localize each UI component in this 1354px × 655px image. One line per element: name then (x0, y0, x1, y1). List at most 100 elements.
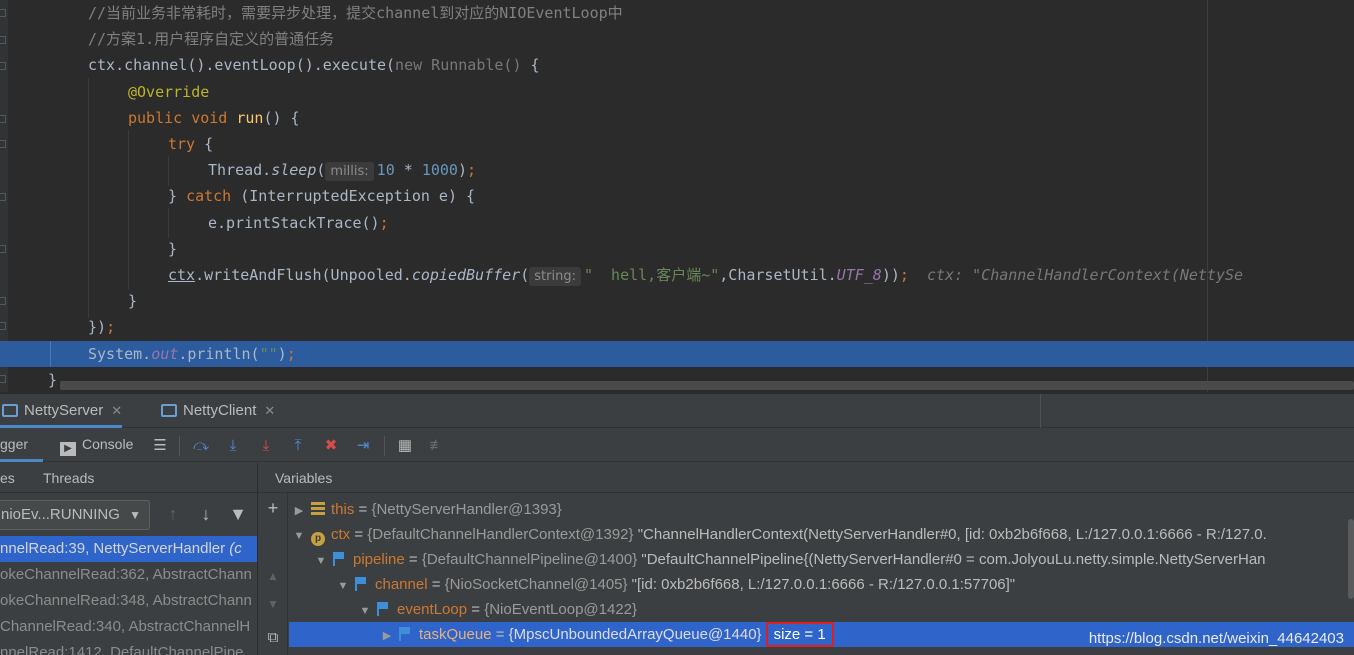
arrow-down-icon[interactable]: ↓ (196, 504, 216, 524)
copy-icon[interactable]: ⧉ (263, 628, 283, 648)
stack-frame-row[interactable]: okeChannelRead:348, AbstractChann (0, 588, 257, 614)
code-line[interactable]: try { (0, 131, 1354, 157)
editor-horizontal-scrollbar[interactable] (60, 381, 1354, 390)
code-token: { (521, 56, 540, 75)
code-token: }) (88, 318, 107, 337)
variable-row[interactable]: ▼ p ctx = {DefaultChannelHandlerContext@13… (289, 522, 1354, 547)
stack-frame-row[interactable]: ChannelRead:340, AbstractChannelH (0, 614, 257, 640)
stack-frame-package: (c (225, 540, 242, 557)
thread-selector[interactable]: nioEv...RUNNING ▼ (0, 500, 150, 530)
variable-value: "ChannelHandlerContext(NettyServerHandle… (633, 526, 1267, 543)
variable-name: ctx (331, 526, 351, 543)
collapse-arrow-icon[interactable]: ▼ (335, 574, 351, 597)
collapse-arrow-icon[interactable]: ▼ (357, 599, 373, 622)
code-token: e.printStackTrace() (208, 213, 380, 232)
code-token: @Override (128, 82, 210, 101)
code-token: )) (881, 266, 900, 284)
stack-frame-row[interactable]: okeChannelRead:362, AbstractChann (0, 562, 257, 588)
variable-row[interactable]: ▼ pipeline = {DefaultChannelPipeline@1400… (289, 547, 1354, 572)
code-line[interactable]: Thread.sleep(millis: 10 * 1000); (0, 157, 1354, 183)
code-token: void (191, 108, 237, 127)
code-line[interactable]: //当前业务非常耗时，需要异步处理，提交channel到对应的NIOEventL… (0, 0, 1354, 26)
tab-threads[interactable]: Threads (43, 463, 94, 493)
code-token: 10 (376, 161, 395, 180)
code-token: ctx: "ChannelHandlerContext(NettySe (908, 266, 1244, 284)
code-token: } (168, 187, 187, 206)
code-line[interactable]: System.out.println(""); (0, 340, 1354, 367)
variable-type: {DefaultChannelHandlerContext@1392} (367, 526, 634, 543)
watermark-url: https://blog.csdn.net/weixin_44642403 (1088, 630, 1344, 647)
parameter-hint: string: (529, 267, 581, 286)
field-icon (355, 577, 369, 591)
tab-frames[interactable]: es (0, 463, 15, 493)
variable-type: {NioEventLoop@1422} (484, 601, 638, 618)
code-token: //方案1.用户程序自定义的普通任务 (88, 30, 335, 49)
code-token: ) (457, 161, 467, 180)
tab-debugger[interactable]: gger (0, 429, 43, 462)
tab-nettyclient[interactable]: NettyClient ✕ (159, 394, 275, 428)
variables-scrollbar[interactable] (1348, 519, 1354, 599)
expand-arrow-icon[interactable]: ▶ (379, 624, 395, 647)
variable-row[interactable]: ▼ channel = {NioSocketChannel@1405} "[id:… (289, 572, 1354, 597)
step-into-icon[interactable]: ⤓ (224, 437, 242, 455)
tab-console[interactable]: ▶ Console (60, 429, 133, 462)
run-to-cursor-icon[interactable]: ⇥ (354, 437, 372, 455)
close-icon[interactable]: ✕ (264, 403, 275, 418)
code-token: " hell,客户端~" (583, 266, 720, 284)
code-line[interactable]: }); (0, 314, 1354, 340)
tab-console-label: Console (82, 436, 134, 452)
stack-frame-row[interactable]: nnelRead:39, NettyServerHandler (c (0, 536, 257, 562)
toolbar-divider (179, 436, 180, 456)
code-line[interactable]: ctx.channel().eventLoop().execute(new Ru… (0, 52, 1354, 78)
step-out-icon[interactable]: ⤒ (289, 437, 307, 455)
evaluate-icon[interactable]: ▦ (396, 437, 414, 455)
variable-row[interactable]: ▼ eventLoop = {NioEventLoop@1422} (289, 597, 1354, 622)
code-token: ,CharsetUtil. (719, 266, 837, 284)
frames-header: es Threads (0, 463, 257, 493)
code-line[interactable]: @Override (0, 79, 1354, 105)
code-token: ; (899, 266, 909, 284)
code-line[interactable]: public void run() { (0, 105, 1354, 131)
move-down-icon[interactable]: ▼ (263, 594, 283, 614)
add-watch-icon[interactable]: + (263, 498, 283, 518)
expand-arrow-icon[interactable]: ▶ (291, 499, 307, 522)
code-line[interactable]: ctx.writeAndFlush(Unpooled.copiedBuffer(… (0, 262, 1354, 288)
stack-frame-label: nnelRead:1412, DefaultChannelPipe (0, 644, 244, 655)
code-line[interactable]: e.printStackTrace(); (0, 210, 1354, 236)
filter-icon[interactable]: ▼ (228, 504, 248, 524)
parameter-hint: millis: (325, 162, 374, 182)
code-line[interactable]: } catch (InterruptedException e) { (0, 183, 1354, 209)
variable-row[interactable]: ▶ this = {NettyServerHandler@1393} (289, 497, 1354, 522)
menu-icon[interactable]: ☰ (151, 437, 169, 455)
code-token: (InterruptedException e) { (240, 187, 476, 206)
drop-frame-icon[interactable]: ✖ (322, 437, 340, 455)
code-editor[interactable]: //当前业务非常耗时，需要异步处理，提交channel到对应的NIOEventL… (0, 0, 1354, 392)
collapse-arrow-icon[interactable]: ▼ (313, 549, 329, 572)
stack-frame-row[interactable]: nnelRead:1412, DefaultChannelPipe (0, 640, 257, 655)
trace-icon[interactable]: ≢ (428, 437, 446, 455)
move-up-icon[interactable]: ▲ (263, 566, 283, 586)
chevron-down-icon: ▼ (129, 508, 141, 522)
code-line[interactable]: //方案1.用户程序自定义的普通任务 (0, 26, 1354, 52)
code-line[interactable]: } (0, 288, 1354, 314)
code-token: } (48, 370, 58, 389)
close-icon[interactable]: ✕ (111, 403, 122, 418)
force-step-into-icon[interactable]: ⤓ (257, 437, 275, 455)
arrow-up-icon[interactable]: ↑ (163, 504, 183, 524)
variable-name: channel (375, 576, 428, 593)
code-token: ; (106, 318, 116, 337)
run-config-icon (2, 404, 18, 417)
tab-divider (1040, 394, 1041, 428)
variable-name: eventLoop (397, 601, 468, 618)
collapse-arrow-icon[interactable]: ▼ (291, 524, 307, 547)
code-token: () { (263, 108, 300, 127)
thread-selector-value: nioEv...RUNNING (1, 506, 120, 523)
tab-nettyserver[interactable]: NettyServer ✕ (0, 394, 123, 428)
code-line[interactable]: } (0, 236, 1354, 262)
equals-sign: = (354, 501, 372, 518)
run-config-icon (161, 404, 177, 417)
tab-label: NettyServer (24, 402, 104, 419)
code-token: } (168, 239, 178, 258)
stack-frame-label: okeChannelRead:348, AbstractChann (0, 592, 252, 609)
step-over-icon[interactable]: ⤼ (192, 437, 210, 455)
